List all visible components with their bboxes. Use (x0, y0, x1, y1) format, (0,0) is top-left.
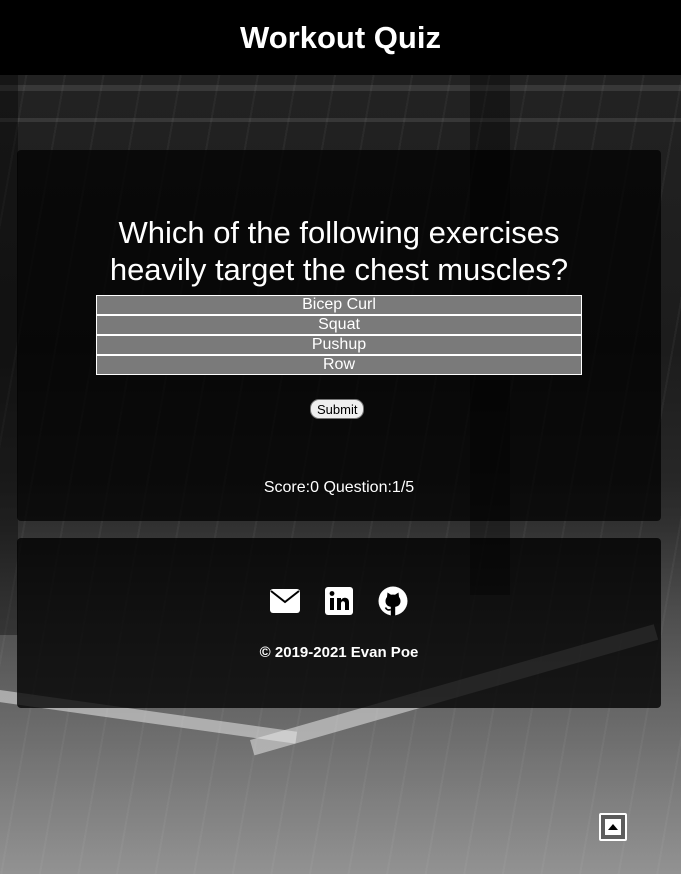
choice-bicep-curl[interactable]: Bicep Curl (96, 295, 582, 315)
footer-card: © 2019-2021 Evan Poe (17, 538, 661, 708)
choice-row[interactable]: Row (96, 355, 582, 375)
copyright-text: © 2019-2021 Evan Poe (259, 644, 419, 661)
pillar (0, 75, 18, 635)
question-progress: 1/5 (391, 479, 415, 496)
choice-squat[interactable]: Squat (96, 315, 582, 335)
score-value: 0 (310, 479, 319, 496)
answer-choices: Bicep Curl Squat Pushup Row (96, 295, 582, 375)
ceiling-beam (0, 118, 681, 122)
submit-button[interactable]: Submit (310, 399, 365, 419)
envelope-icon (270, 589, 300, 613)
linkedin-link[interactable] (323, 585, 355, 617)
question-line: Which of the following exercises (118, 215, 560, 250)
choice-pushup[interactable]: Pushup (96, 335, 582, 355)
arrow-up-square-icon (605, 819, 621, 835)
question-label: Question: (323, 479, 392, 496)
score-status: Score:0 Question:1/5 (17, 479, 661, 497)
quiz-card: Which of the following exercises heavily… (17, 150, 661, 521)
github-icon (378, 586, 408, 616)
question-text: Which of the following exercises heavily… (17, 214, 661, 288)
score-label: Score: (263, 479, 311, 496)
page-title: Workout Quiz (240, 19, 441, 55)
page-header: Workout Quiz (0, 0, 681, 75)
email-link[interactable] (269, 585, 301, 617)
question-line: heavily target the chest muscles? (109, 252, 569, 287)
github-link[interactable] (377, 585, 409, 617)
ceiling-beam (0, 85, 681, 91)
social-links (17, 585, 661, 617)
linkedin-icon (325, 587, 353, 615)
scroll-to-top-button[interactable] (599, 813, 627, 841)
